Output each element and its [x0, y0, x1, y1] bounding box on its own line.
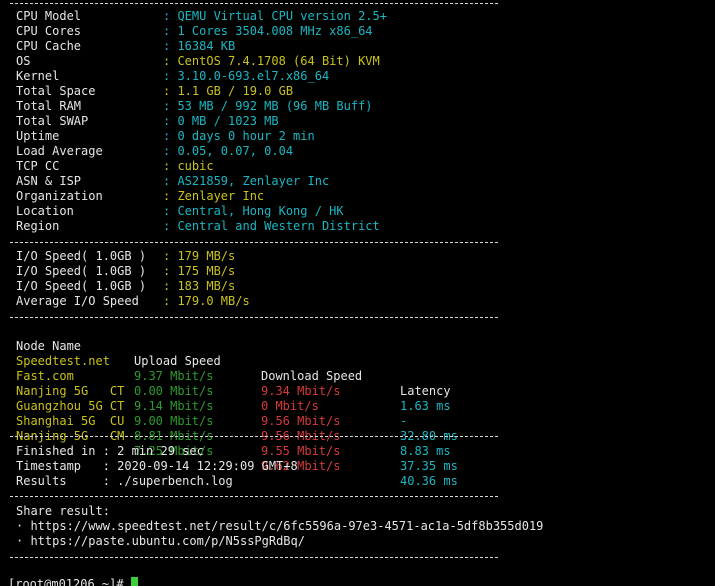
speed-latency: 40.36 ms: [400, 474, 458, 488]
speed-download: 9.56 Mbit/s: [261, 414, 341, 428]
paste-result-link[interactable]: · https://paste.ubuntu.com/p/N5ssPgRdBq/: [16, 534, 305, 549]
sys-label: Region: [16, 219, 60, 233]
io-label: I/O Speed( 1.0GB ): [16, 264, 147, 278]
cursor-icon: [130, 577, 138, 586]
speed-upload: 9.14 Mbit/s: [134, 399, 214, 413]
sys-label: Total Space: [16, 84, 96, 98]
speed-latency: 37.35 ms: [400, 459, 458, 473]
separator-line: [10, 317, 498, 318]
sys-label: TCP CC: [16, 159, 60, 173]
prompt-text: [root@m01206 ~]#: [8, 577, 131, 586]
io-label: Average I/O Speed: [16, 294, 139, 308]
sys-label: Organization: [16, 189, 103, 203]
speed-upload: 9.37 Mbit/s: [134, 369, 214, 383]
speed-latency: 1.63 ms: [400, 399, 451, 413]
speed-download: 0 Mbit/s: [261, 399, 319, 413]
summary-value: ./superbench.log: [117, 474, 233, 488]
sys-label: Total SWAP: [16, 114, 89, 128]
speed-download: 9.34 Mbit/s: [261, 384, 341, 398]
sys-value: CentOS 7.4.1708 (64 Bit) KVM: [177, 54, 380, 68]
separator-line: [10, 557, 498, 558]
speed-row: Guangzhou 5G CT 9.00 Mbit/s 9.56 Mbit/s …: [0, 384, 451, 458]
separator-line: [10, 436, 498, 437]
sys-label: Load Average: [16, 144, 103, 158]
sys-value: Zenlayer Inc: [177, 189, 265, 203]
speed-upload: 0.00 Mbit/s: [134, 384, 214, 398]
io-label: I/O Speed( 1.0GB ): [16, 279, 147, 293]
header-latency: Latency: [400, 384, 451, 398]
sys-value: QEMU Virtual CPU version 2.5+: [177, 9, 387, 23]
separator-line: [10, 242, 498, 243]
io-value: 179 MB/s: [177, 249, 236, 263]
sys-value: 1 Cores 3504.008 MHz x86_64: [177, 24, 373, 38]
sys-value: 0 MB / 1023 MB: [177, 114, 279, 128]
sys-value: Central, Hong Kong / HK: [177, 204, 344, 218]
speed-latency: -: [400, 414, 408, 428]
speed-node: Speedtest.net: [16, 354, 110, 368]
sys-value: cubic: [177, 159, 214, 173]
sys-label: Total RAM: [16, 99, 82, 113]
summary-label: Timestamp: [16, 459, 103, 473]
sys-value: 16384 KB: [177, 39, 236, 53]
io-label: I/O Speed( 1.0GB ): [16, 249, 147, 263]
speed-node: Nanjing 5G CT: [16, 384, 125, 398]
terminal-window[interactable]: CPU Model: QEMU Virtual CPU version 2.5+…: [0, 0, 715, 586]
speedtest-result-link[interactable]: · https://www.speedtest.net/result/c/6fc…: [16, 519, 543, 534]
sys-label: ASN & ISP: [16, 174, 82, 188]
speed-row: Nanjing 5G CM 7.25 Mbit/s 9.62 Mbit/s 40…: [0, 414, 458, 488]
speed-row: Fast.com 0.00 Mbit/s 0 Mbit/s -: [0, 354, 407, 428]
separator-line: [10, 3, 498, 4]
summary-value: 2 min 29 sec: [117, 444, 204, 458]
header-download-speed: Download Speed: [261, 369, 363, 383]
sys-label: OS: [16, 54, 31, 68]
speed-row: Speedtest.net 9.37 Mbit/s 9.34 Mbit/s 1.…: [0, 339, 451, 413]
speed-node: Guangzhou 5G CT: [16, 399, 125, 413]
io-value: 183 MB/s: [177, 279, 236, 293]
sys-value: 0 days 0 hour 2 min: [177, 129, 315, 143]
sys-label: CPU Cache: [16, 39, 82, 53]
sys-value: AS21859, Zenlayer Inc: [177, 174, 330, 188]
summary-label: Finished in: [16, 444, 103, 458]
sys-value: Central and Western District: [177, 219, 380, 233]
speed-node: Shanghai 5G CU: [16, 414, 125, 428]
sys-value: 3.10.0-693.el7.x86_64: [177, 69, 330, 83]
sys-value: 0.05, 0.07, 0.04: [177, 144, 294, 158]
sys-label: Uptime: [16, 129, 60, 143]
sys-label: Location: [16, 204, 74, 218]
speed-upload: 9.00 Mbit/s: [134, 414, 214, 428]
header-upload-speed: Upload Speed: [134, 354, 221, 368]
sys-label: CPU Cores: [16, 24, 82, 38]
summary-label: Results: [16, 474, 103, 488]
io-value: 179.0 MB/s: [177, 294, 250, 308]
speed-table-header: Node Name Upload Speed Download Speed La…: [0, 324, 451, 398]
sys-value: 1.1 GB / 19.0 GB: [177, 84, 294, 98]
speed-download: 9.55 Mbit/s: [261, 444, 341, 458]
speed-row: Nanjing 5G CT 9.14 Mbit/s 9.56 Mbit/s 32…: [0, 369, 458, 443]
sys-value: 53 MB / 992 MB (96 MB Buff): [177, 99, 373, 113]
separator-line: [10, 496, 498, 497]
io-value: 175 MB/s: [177, 264, 236, 278]
sys-label: Kernel: [16, 69, 60, 83]
speed-row: Shanghai 5G CU 8.81 Mbit/s 9.55 Mbit/s 3…: [0, 399, 458, 473]
speed-latency: 8.83 ms: [400, 444, 451, 458]
summary-value: 2020-09-14 12:29:09 GMT+8: [117, 459, 298, 473]
share-title-text: Share result:: [16, 504, 110, 518]
sys-label: CPU Model: [16, 9, 82, 23]
